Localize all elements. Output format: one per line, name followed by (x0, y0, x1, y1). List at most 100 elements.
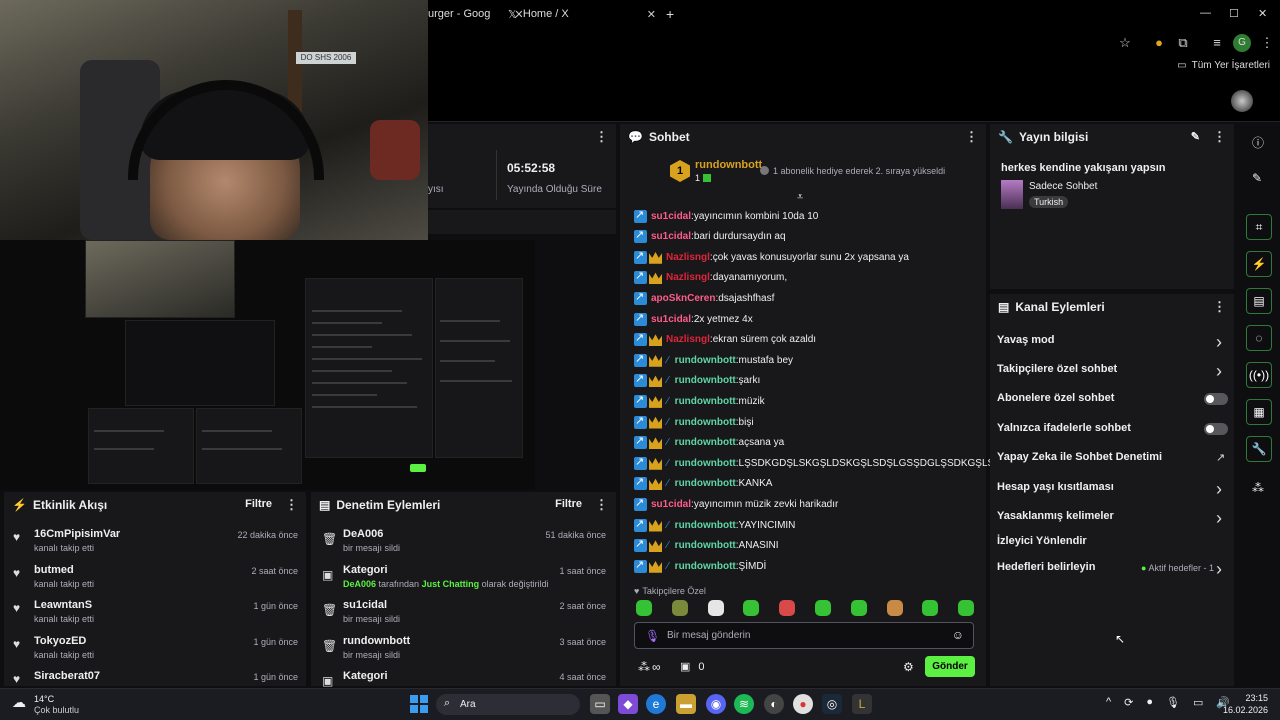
weather-icon[interactable]: ☁ (12, 694, 26, 711)
puzzle-icon[interactable]: ⧉ (1174, 34, 1192, 52)
send-button[interactable]: Gönder (925, 656, 975, 677)
chat-message[interactable]: ⁄rundownbott: LŞSDKGDŞLSKGŞLDSKGŞLSDŞLGS… (634, 455, 1001, 471)
user-avatar[interactable] (1231, 90, 1253, 112)
chat-username[interactable]: rundownbott (675, 520, 736, 531)
chat-username[interactable]: su1cidal (651, 314, 691, 325)
minimize-button[interactable]: — (1200, 7, 1211, 19)
chat-message[interactable]: ⁄rundownbott: KANKA (634, 475, 772, 492)
filter-button[interactable]: Filtre (245, 498, 272, 510)
info-icon[interactable]: ⓘ (1252, 134, 1264, 151)
chat-username[interactable]: su1cidal (651, 499, 691, 510)
chat-username[interactable]: rundownbott (675, 561, 736, 572)
chat-message[interactable]: ⁄rundownbott: açsana ya (634, 434, 784, 451)
chat-message[interactable]: Nazlisngl: çok yavas konusuyorlar sunu 2… (634, 249, 909, 265)
tab-x-home[interactable]: 𝕏 Home / X ✕ (508, 4, 656, 24)
chat-username[interactable]: rundownbott (675, 355, 736, 366)
chat-message[interactable]: ⁄rundownbott: bişi (634, 414, 754, 430)
channel-action-label[interactable]: Hesap yaşı kısıtlaması (997, 481, 1114, 493)
moderation-row[interactable]: Kategori (343, 670, 388, 682)
sync-icon[interactable]: ⟳ (1124, 696, 1133, 709)
chevron-up-icon[interactable]: ^ (1106, 696, 1111, 709)
chat-username[interactable]: Nazlisngl (666, 252, 710, 263)
more-icon[interactable]: ⋮ (285, 497, 298, 513)
more-icon[interactable]: ⋮ (1213, 129, 1226, 145)
language-tag[interactable]: Turkish (1029, 196, 1069, 208)
pinned-user[interactable]: rundownbott (695, 159, 762, 171)
task-view-icon[interactable]: ▭ (590, 694, 610, 714)
close-tab-icon[interactable]: ✕ (647, 8, 656, 21)
close-window-button[interactable]: ✕ (1258, 7, 1267, 20)
emote-icon[interactable] (636, 600, 652, 616)
emote-icon[interactable] (707, 600, 724, 616)
activity-row[interactable]: butmed kanalı takip etti (34, 564, 94, 589)
external-link-icon[interactable]: ↗ (1216, 451, 1225, 464)
maximize-button[interactable]: ☐ (1229, 7, 1239, 20)
steam-icon[interactable]: ◎ (822, 694, 842, 714)
more-icon[interactable]: ⋮ (595, 129, 608, 145)
chat-message[interactable]: ⁄rundownbott: şarkı (634, 372, 760, 389)
taskbar-search[interactable]: ⌕ Ara (436, 694, 580, 715)
edge-icon[interactable]: e (646, 694, 666, 714)
channel-action-label[interactable]: Abonelere özel sohbet (997, 392, 1114, 404)
tray-app-icon[interactable]: ● (1146, 696, 1153, 709)
filter-button[interactable]: Filtre (555, 498, 582, 510)
star-icon[interactable]: ☆ (1116, 34, 1134, 52)
channel-points[interactable]: ⁂ ∞ (638, 660, 661, 674)
chat-message[interactable]: su1cidal: yayıncımın müzik zevki harikad… (634, 496, 838, 512)
emote-icon[interactable] (886, 600, 903, 616)
copilot-icon[interactable]: ◆ (618, 694, 638, 714)
chat-username[interactable]: su1cidal (651, 211, 691, 222)
chat-username[interactable]: su1cidal (651, 231, 691, 242)
chat-message[interactable]: ⁄rundownbott: müzik (634, 393, 765, 409)
emote-icon[interactable] (779, 600, 796, 616)
chat-username[interactable]: rundownbott (675, 478, 736, 489)
channel-action-label[interactable]: Takipçilere özel sohbet (997, 363, 1117, 375)
network-icon[interactable]: ▭ (1193, 696, 1203, 709)
activity-row[interactable]: Siracberat07 (34, 670, 100, 682)
chat-username[interactable]: rundownbott (675, 417, 736, 428)
league-icon[interactable]: L (852, 694, 872, 714)
edit-icon[interactable]: ✎ (1191, 130, 1200, 143)
chat-message[interactable]: su1cidal: yayıncımın kombini 10da 10 (634, 208, 818, 224)
activity-row[interactable]: TokyozED kanalı takip etti (34, 635, 94, 660)
chrome-icon[interactable]: ● (793, 694, 813, 714)
extension-badge-icon[interactable]: ● (1150, 34, 1168, 52)
chat-message[interactable]: su1cidal: 2x yetmez 4x (634, 311, 753, 327)
chat-message[interactable]: ⁄rundownbott: YAYINCIMIN (634, 517, 795, 533)
extensions-icon[interactable]: ⁂ (1252, 481, 1264, 495)
chat-username[interactable]: rundownbott (675, 458, 736, 469)
collapse-icon[interactable]: ⩡ (797, 191, 803, 204)
moderation-row[interactable]: rundownbott bir mesajı sildi (343, 635, 410, 660)
activity-row[interactable]: LeawntanS kanalı takip etti (34, 599, 94, 624)
clock-time[interactable]: 23:15 (1228, 693, 1268, 703)
chat-message[interactable]: ⁄rundownbott: mustafa bey (634, 352, 793, 368)
emote-icon[interactable] (922, 600, 939, 616)
notes-icon[interactable]: ▤ (1246, 288, 1272, 314)
channel-action-label[interactable]: Yasaklanmış kelimeler (997, 510, 1114, 522)
layout-icon[interactable]: ▦ (1246, 399, 1272, 425)
channel-action-label[interactable]: Yavaş mod (997, 334, 1054, 346)
more-icon[interactable]: ⋮ (595, 497, 608, 513)
new-tab-button[interactable]: + (666, 6, 674, 22)
clock-date[interactable]: 16.02.2026 (1210, 705, 1268, 715)
mic-icon[interactable]: 🎙 (645, 629, 660, 643)
channel-action-label[interactable]: İzleyici Yönlendir (997, 535, 1087, 547)
emote-icon[interactable] (671, 600, 688, 616)
chat-message[interactable]: ⁄rundownbott: ANASINI (634, 537, 779, 554)
emote-icon[interactable] (815, 600, 831, 616)
profile-avatar[interactable]: G (1233, 34, 1251, 52)
more-icon[interactable]: ⋮ (965, 129, 978, 145)
chat-message[interactable]: ⁄rundownbott: ŞİMDİ (634, 558, 766, 574)
clip-icon[interactable]: ⌗ (1246, 214, 1272, 240)
category-name[interactable]: Sadece Sohbet (1029, 181, 1097, 192)
moderation-row[interactable]: DeA006 bir mesajı sildi (343, 528, 400, 553)
emote-icon[interactable] (743, 600, 760, 616)
discord-icon[interactable]: ◉ (706, 694, 726, 714)
chevron-right-icon[interactable]: › (1216, 508, 1222, 529)
file-explorer-icon[interactable]: ▬ (676, 694, 696, 714)
moderation-row[interactable]: Kategori DeA006 tarafından Just Chatting … (343, 564, 549, 589)
activity-row[interactable]: 16CmPipisimVar kanalı takip etti (34, 528, 120, 553)
wrench-icon[interactable]: 🔧 (1246, 436, 1272, 462)
app-icon[interactable]: ◐ (764, 694, 784, 714)
channel-action-label[interactable]: Yalnızca ifadelerle sohbet (997, 422, 1131, 434)
